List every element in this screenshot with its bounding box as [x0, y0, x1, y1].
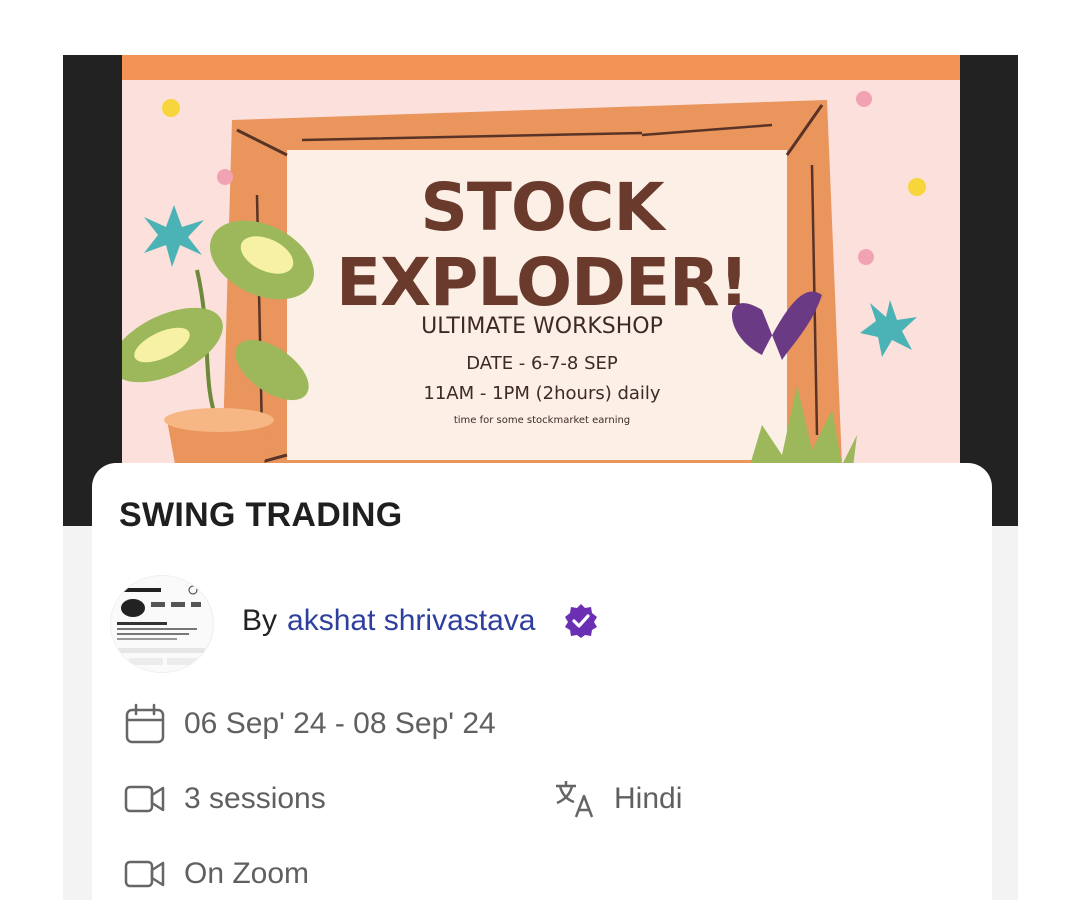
sessions-row: 3 sessions: [124, 778, 326, 820]
calendar-icon: [125, 703, 165, 744]
author-name-link[interactable]: akshat shrivastava: [287, 604, 535, 638]
poster-subtitle: ULTIMATE WORKSHOP: [421, 314, 663, 339]
event-date-range: 06 Sep' 24 - 08 Sep' 24: [184, 707, 496, 740]
event-details-card: SWING TRADING By akshat shrivastava 06 S…: [92, 463, 992, 923]
author-avatar[interactable]: [110, 575, 214, 673]
author-line: By akshat shrivastava: [242, 603, 599, 639]
translate-icon: [556, 781, 594, 818]
language-label: Hindi: [614, 782, 683, 815]
avatar-thumbnail: [111, 576, 213, 672]
verified-badge-icon: [565, 604, 598, 638]
event-title: SWING TRADING: [119, 496, 403, 534]
by-label: By: [242, 604, 278, 637]
video-camera-icon: [124, 785, 165, 813]
platform-row: On Zoom: [124, 853, 309, 895]
poster-title-line1: STOCK: [420, 169, 664, 246]
video-camera-icon: [124, 860, 165, 888]
event-date-row: 06 Sep' 24 - 08 Sep' 24: [124, 703, 496, 745]
platform-label: On Zoom: [184, 857, 310, 890]
event-banner-image: STOCK EXPLODER! ULTIMATE WORKSHOP DATE -…: [122, 55, 960, 526]
poster-title-line2: EXPLODER!: [336, 244, 749, 321]
poster-time: 11AM - 1PM (2hours) daily: [423, 383, 661, 404]
poster-date: DATE - 6-7-8 SEP: [466, 353, 618, 374]
sessions-count: 3 sessions: [184, 782, 326, 815]
poster-text: STOCK EXPLODER! ULTIMATE WORKSHOP DATE -…: [122, 55, 960, 526]
poster-tagline: time for some stockmarket earning: [453, 415, 631, 426]
language-row: Hindi: [554, 778, 682, 820]
